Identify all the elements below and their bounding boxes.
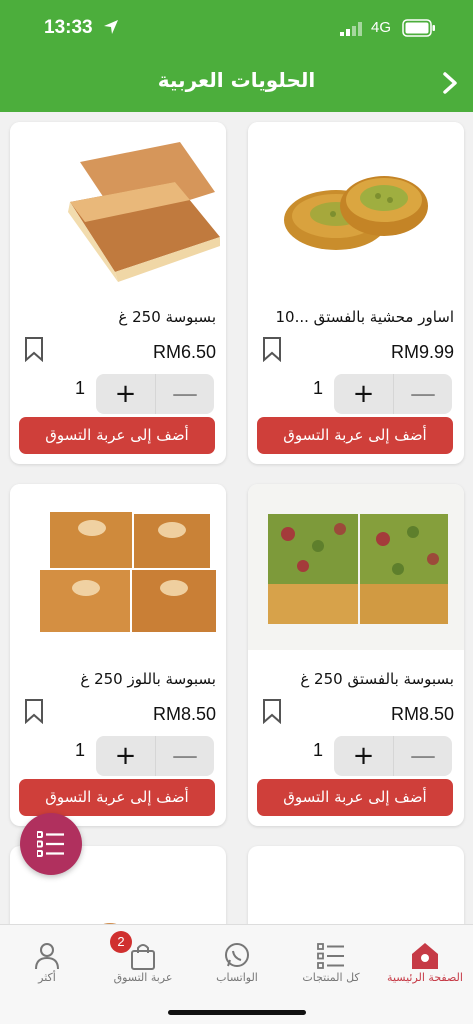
- increase-button[interactable]: +: [96, 736, 155, 776]
- add-to-cart-button[interactable]: أضف إلى عربة التسوق: [19, 417, 215, 454]
- quantity-value: 1: [312, 740, 323, 760]
- list-icon: [317, 943, 344, 969]
- product-card[interactable]: بسبوسة باللوز 250 غ RM8.50 + — 1 أضف إلى…: [10, 484, 226, 826]
- product-price: RM8.50: [390, 704, 454, 724]
- back-chevron-icon[interactable]: [436, 68, 464, 98]
- add-to-cart-button[interactable]: أضف إلى عربة التسوق: [257, 779, 453, 816]
- decrease-button[interactable]: —: [393, 736, 452, 776]
- whatsapp-icon: [225, 943, 249, 967]
- quantity-stepper: + —: [334, 736, 452, 776]
- list-icon: [37, 831, 64, 857]
- bookmark-icon[interactable]: [24, 698, 44, 724]
- product-card[interactable]: بسبوسة بالفستق 250 غ RM8.50 + — 1 أضف إل…: [248, 484, 464, 826]
- product-card[interactable]: [248, 846, 464, 936]
- app-header: 13:33 4G الحلويات العربية: [0, 0, 473, 112]
- tab-all-products[interactable]: كل المنتجات: [284, 925, 378, 995]
- product-image-pistachio-bracelets[interactable]: [248, 122, 464, 288]
- increase-button[interactable]: +: [334, 374, 393, 414]
- status-bar: 13:33 4G: [0, 0, 473, 58]
- network-type: 4G: [371, 19, 392, 36]
- quantity-stepper: + —: [96, 736, 214, 776]
- increase-button[interactable]: +: [96, 374, 155, 414]
- product-price: RM9.99: [390, 342, 454, 362]
- quantity-stepper: + —: [334, 374, 452, 414]
- battery-icon: [402, 19, 435, 37]
- product-image-basbousa[interactable]: [10, 122, 226, 288]
- location-arrow-icon: [104, 20, 118, 34]
- product-image[interactable]: [248, 846, 464, 936]
- bookmark-icon[interactable]: [262, 698, 282, 724]
- tab-label: كل المنتجات: [302, 971, 360, 984]
- person-icon: [35, 943, 59, 970]
- decrease-button[interactable]: —: [155, 374, 214, 414]
- add-to-cart-button[interactable]: أضف إلى عربة التسوق: [257, 417, 453, 454]
- product-card[interactable]: اساور محشية بالفستق ...10 RM9.99 + — 1 أ…: [248, 122, 464, 464]
- tab-label: الواتساب: [216, 971, 258, 984]
- home-indicator: [168, 1010, 306, 1015]
- page-title: الحلويات العربية: [157, 68, 316, 92]
- increase-button[interactable]: +: [334, 736, 393, 776]
- product-price: RM6.50: [152, 342, 216, 362]
- status-time: 13:33: [44, 17, 93, 38]
- product-name: بسبوسة باللوز 250 غ: [80, 670, 216, 688]
- product-name: بسبوسة 250 غ: [118, 308, 216, 326]
- tab-label: عربة التسوق: [113, 971, 173, 984]
- home-icon: [412, 943, 438, 969]
- signal-icon: [340, 22, 362, 36]
- tab-more[interactable]: أكثر: [0, 925, 94, 995]
- cart-count-badge: 2: [110, 931, 132, 953]
- product-image-basbousa-almond[interactable]: [10, 484, 226, 650]
- product-price: RM8.50: [152, 704, 216, 724]
- tab-whatsapp[interactable]: الواتساب: [190, 925, 284, 995]
- bookmark-icon[interactable]: [24, 336, 44, 362]
- quantity-value: 1: [74, 378, 85, 398]
- tab-cart[interactable]: عربة التسوق: [96, 925, 190, 995]
- quantity-value: 1: [74, 740, 85, 760]
- bookmark-icon[interactable]: [262, 336, 282, 362]
- tab-home[interactable]: الصفحة الرئيسية: [378, 925, 472, 995]
- product-name: بسبوسة بالفستق 250 غ: [300, 670, 454, 688]
- tab-label: أكثر: [38, 971, 56, 984]
- product-card[interactable]: بسبوسة 250 غ RM6.50 + — 1 أضف إلى عربة ا…: [10, 122, 226, 464]
- quantity-stepper: + —: [96, 374, 214, 414]
- product-name: اساور محشية بالفستق ...10: [275, 308, 454, 326]
- decrease-button[interactable]: —: [393, 374, 452, 414]
- decrease-button[interactable]: —: [155, 736, 214, 776]
- add-to-cart-button[interactable]: أضف إلى عربة التسوق: [19, 779, 215, 816]
- cart-bag-icon: [131, 944, 155, 970]
- bottom-tab-bar: الصفحة الرئيسية كل المنتجات الواتساب عرب…: [0, 924, 473, 1024]
- quantity-value: 1: [312, 378, 323, 398]
- product-image-basbousa-pistachio[interactable]: [248, 484, 464, 650]
- tab-label: الصفحة الرئيسية: [387, 971, 463, 984]
- floating-menu-button[interactable]: [20, 813, 82, 875]
